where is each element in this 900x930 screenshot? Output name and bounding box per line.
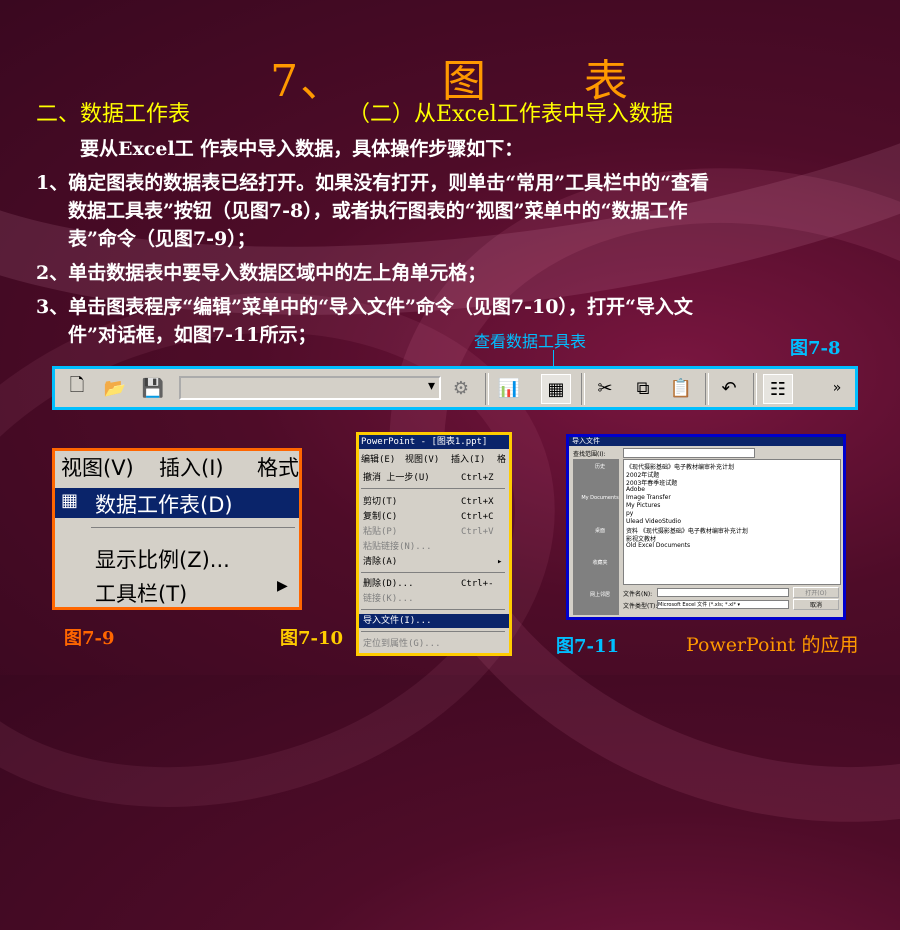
menu-divider — [361, 488, 505, 489]
menu-item-links[interactable]: 链接(K)... — [359, 592, 509, 606]
menu-item-zoom[interactable]: 显示比例(Z)... — [55, 543, 299, 573]
menu-item-import-file[interactable]: 导入文件(I)... — [359, 614, 509, 628]
figure-label-7-11: 图7-11 — [556, 636, 620, 657]
places-bar: 历史 My Documents 桌面 收藏夹 网上邻居 — [573, 459, 619, 615]
filetype-select[interactable]: Microsoft Excel 文件 (*.xls; *.xl* ▾ — [657, 600, 789, 609]
menu-item-paste-link[interactable]: 粘贴链接(N)... — [359, 540, 509, 554]
filename-input[interactable] — [657, 588, 789, 597]
step-3-line-1: 3、单击图表程序“编辑”菜单中的“导入文件”命令（见图7-10），打开“导入文 — [36, 296, 693, 318]
menu-item-paste[interactable]: 粘贴(P) Ctrl+V — [359, 525, 509, 539]
step-1-line-2: 数据工具表”按钮（见图7-8），或者执行图表的“视图”菜单中的“数据工作 — [68, 200, 688, 222]
open-icon[interactable]: 📂 — [101, 374, 129, 402]
place-history[interactable]: 历史 — [579, 463, 621, 470]
import-file-dialog: 导入文件 查找范围(I): 历史 My Documents 桌面 收藏夹 网上邻… — [566, 434, 846, 620]
dialog-title: 导入文件 — [569, 437, 843, 446]
list-item[interactable]: py — [626, 510, 633, 517]
list-item[interactable]: My Pictures — [626, 502, 660, 509]
menu-bar: 编辑(E) 视图(V) 插入(I) 格 — [359, 453, 509, 467]
toolbar-separator — [753, 373, 757, 405]
menu-item-label: 数据工作表(D) — [95, 493, 233, 517]
lookin-label: 查找范围(I): — [573, 451, 606, 458]
step-2-text: 2、单击数据表中要导入数据区域中的左上角单元格； — [36, 262, 487, 284]
toolbar-separator — [705, 373, 709, 405]
list-item[interactable]: Old Excel Documents — [626, 542, 690, 549]
view-datasheet-icon[interactable]: ▦ — [541, 374, 571, 404]
menu-item-copy[interactable]: 复制(C) Ctrl+C — [359, 510, 509, 524]
footer-text: PowerPoint 的应用 — [686, 634, 859, 656]
menu-item-delete[interactable]: 删除(D)... Ctrl+- — [359, 577, 509, 591]
standard-toolbar: 🗋 📂 💾 ▾ ⚙ 📊 ▦ ✂ ⧉ 📋 ↶ ☷ » — [52, 366, 858, 410]
step-1-line-3: 表”命令（见图7-9）； — [68, 228, 256, 250]
menu-item-label: 显示比例(Z)... — [95, 548, 230, 572]
toolbar-separator — [581, 373, 585, 405]
import-chart-icon[interactable]: 📊 — [495, 374, 523, 402]
menu-view[interactable]: 视图(V) — [405, 453, 439, 467]
menu-item-cut[interactable]: 剪切(T) Ctrl+X — [359, 495, 509, 509]
menu-divider — [361, 609, 505, 610]
save-icon[interactable]: 💾 — [139, 374, 167, 402]
format-icon[interactable]: ⚙ — [447, 374, 475, 402]
chevron-down-icon[interactable]: ▾ — [428, 378, 435, 394]
step-1-line-1: 1、确定图表的数据表已经打开。如果没有打开，则单击“常用”工具栏中的“查看 — [36, 172, 710, 194]
edit-menu-screenshot: PowerPoint - [图表1.ppt] 编辑(E) 视图(V) 插入(I)… — [356, 432, 512, 656]
filename-label: 文件名(N): — [623, 591, 653, 598]
menu-insert[interactable]: 插入(I) — [159, 452, 224, 482]
menu-divider — [361, 631, 505, 632]
subsection-heading: （二）从Excel工作表中导入数据 — [348, 102, 673, 127]
place-favorites[interactable]: 收藏夹 — [579, 559, 621, 566]
datasheet-icon: ▦ — [61, 490, 79, 511]
menu-bar: 视图(V) 插入(I) 格式 — [55, 451, 299, 481]
menu-divider — [361, 572, 505, 573]
menu-item-toolbars[interactable]: 工具栏(T) ▶ — [55, 577, 299, 607]
step-3-line-2: 件”对话框，如图7-11所示； — [68, 324, 317, 346]
file-list[interactable]: 《现代摄影基础》电子教材编审补充计划 2002年试题 2003年春季班试题 Ad… — [623, 459, 841, 585]
place-desktop[interactable]: 桌面 — [579, 527, 621, 534]
filetype-label: 文件类型(T): — [623, 603, 658, 610]
place-my-documents[interactable]: My Documents — [579, 495, 621, 501]
figure-label-7-10: 图7-10 — [280, 628, 344, 649]
menu-item-goto[interactable]: 定位到属性(G)... — [359, 637, 509, 651]
menu-item-label: 工具栏(T) — [95, 582, 188, 606]
lookin-combo[interactable] — [623, 448, 755, 458]
menu-format[interactable]: 格 — [497, 453, 506, 467]
undo-icon[interactable]: ↶ — [715, 374, 743, 402]
cut-icon[interactable]: ✂ — [591, 374, 619, 402]
section-heading: 二、数据工作表 — [36, 102, 191, 127]
menu-item-undo[interactable]: 撤消 上一步(U) Ctrl+Z — [359, 471, 509, 485]
callout-label: 查看数据工具表 — [474, 332, 587, 351]
place-network[interactable]: 网上邻居 — [579, 591, 621, 598]
cancel-button[interactable]: 取消 — [793, 599, 839, 610]
figure-label-7-9: 图7-9 — [64, 628, 115, 649]
menu-divider — [91, 527, 295, 528]
menu-insert[interactable]: 插入(I) — [451, 453, 485, 467]
menu-view[interactable]: 视图(V) — [61, 452, 134, 482]
menu-item-clear[interactable]: 清除(A) ▸ — [359, 555, 509, 569]
submenu-arrow-icon: ▶ — [277, 578, 288, 594]
intro-text: 要从Excel工 作表中导入数据，具体操作步骤如下： — [80, 138, 524, 160]
paste-icon[interactable]: 📋 — [667, 374, 695, 402]
open-button[interactable]: 打开(O) — [793, 587, 839, 598]
grid-icon[interactable]: ☷ — [763, 374, 793, 404]
list-item[interactable]: Adobe — [626, 486, 645, 493]
window-title: PowerPoint - [图表1.ppt] — [359, 435, 509, 449]
menu-format[interactable]: 格式 — [257, 452, 299, 482]
menu-edit[interactable]: 编辑(E) — [361, 453, 395, 467]
figure-label-7-8: 图7-8 — [790, 338, 841, 359]
more-icon[interactable]: » — [827, 374, 847, 402]
list-item[interactable]: Image Transfer — [626, 494, 671, 501]
new-icon[interactable]: 🗋 — [63, 374, 91, 402]
copy-icon[interactable]: ⧉ — [629, 374, 657, 402]
toolbar-separator — [485, 373, 489, 405]
font-combo[interactable]: ▾ — [179, 376, 441, 400]
view-menu-screenshot: 视图(V) 插入(I) 格式 ▦ 数据工作表(D) 显示比例(Z)... 工具栏… — [52, 448, 302, 610]
list-item[interactable]: Ulead VideoStudio — [626, 518, 681, 525]
menu-item-datasheet[interactable]: ▦ 数据工作表(D) — [55, 488, 299, 518]
